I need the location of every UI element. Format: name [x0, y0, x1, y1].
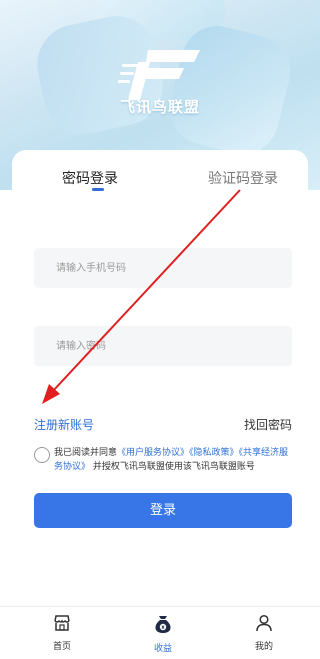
agreement-prefix: 我已阅读并同意 [54, 448, 118, 458]
login-card: 密码登录 验证码登录 注册新账号 找回密码 我已阅读并同意《用户服务协议》《隐私… [12, 150, 308, 610]
tab-home[interactable]: 首页 [32, 613, 92, 652]
password-input[interactable] [34, 326, 292, 366]
tab-earnings-label: 收益 [153, 644, 172, 654]
bottom-tab-bar: 首页 收益 我的 [0, 606, 320, 659]
tab-mine-label: 我的 [254, 642, 273, 652]
active-tab-indicator [92, 188, 104, 191]
phone-input[interactable] [34, 248, 292, 288]
user-agreement-link[interactable]: 《用户服务协议》 [117, 448, 189, 458]
register-link[interactable]: 注册新账号 [34, 416, 94, 433]
tab-code-login[interactable]: 验证码登录 [208, 168, 278, 188]
user-icon [256, 614, 272, 632]
tab-home-label: 首页 [52, 642, 71, 652]
agreement-text: 我已阅读并同意《用户服务协议》《隐私政策》《共享经济服务协议》 并授权飞讯鸟联盟… [54, 446, 294, 474]
money-bag-icon [155, 616, 171, 633]
brand-name: 飞讯鸟联盟 [119, 98, 200, 116]
tab-password-login[interactable]: 密码登录 [62, 168, 118, 188]
store-icon [54, 615, 70, 631]
tab-mine[interactable]: 我的 [234, 613, 294, 652]
privacy-policy-link[interactable]: 《隐私政策》 [189, 448, 239, 458]
forgot-password-link[interactable]: 找回密码 [244, 416, 292, 433]
login-button[interactable]: 登录 [34, 493, 292, 528]
tab-earnings[interactable]: 收益 [133, 613, 193, 654]
agree-checkbox[interactable] [34, 447, 50, 463]
agreement-suffix: 并授权飞讯鸟联盟使用该飞讯鸟联盟账号 [92, 462, 255, 472]
